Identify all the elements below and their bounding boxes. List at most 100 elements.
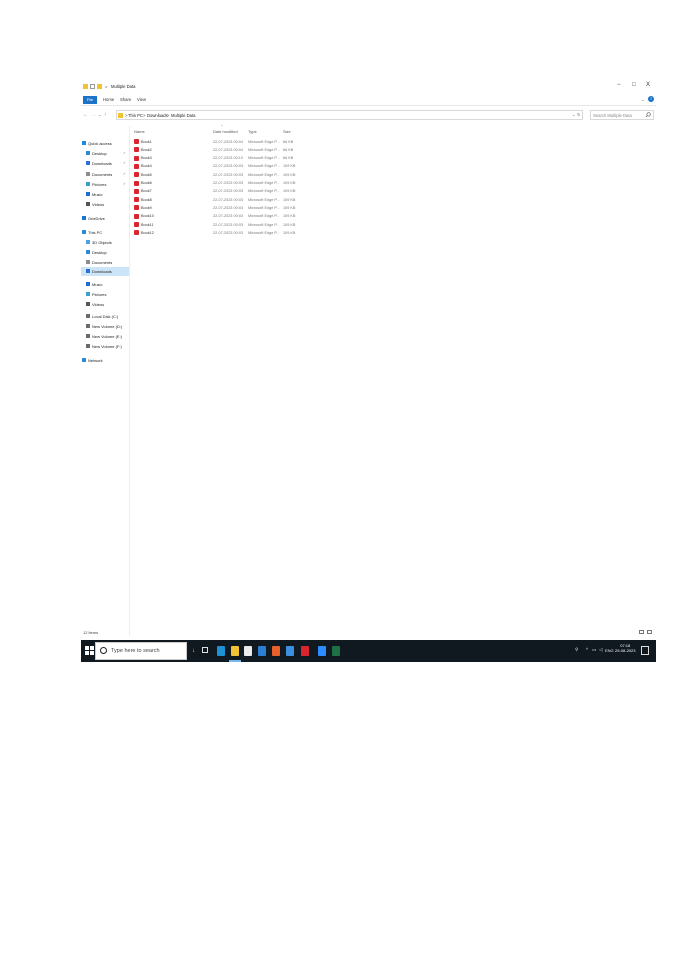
file-type: Microsoft Edge P... bbox=[248, 214, 280, 219]
close-button[interactable]: X bbox=[646, 82, 650, 88]
properties-icon[interactable] bbox=[90, 84, 95, 89]
nav-item[interactable]: New Volume (F:) bbox=[81, 342, 129, 351]
column-header-date-modified[interactable]: Date modified bbox=[213, 129, 238, 134]
microphone-icon[interactable]: ↓ bbox=[192, 648, 195, 654]
clock-date: 29-08-2023 bbox=[615, 648, 636, 653]
breadcrumb-multiple-data[interactable]: Multiple Data bbox=[171, 113, 195, 118]
search-icon[interactable] bbox=[645, 112, 651, 118]
search-input[interactable]: Search Multiple Data bbox=[593, 113, 632, 118]
column-header-name[interactable]: Name bbox=[134, 129, 145, 134]
file-row[interactable]: Book10 22-07-2023 00:03 Microsoft Edge P..… bbox=[133, 213, 313, 221]
maximize-button[interactable]: □ bbox=[632, 82, 636, 88]
file-type: Microsoft Edge P... bbox=[248, 197, 280, 202]
nav-item[interactable]: Music bbox=[81, 280, 129, 289]
nav-item[interactable]: Desktop ✓ bbox=[81, 149, 129, 158]
nav-item[interactable]: Pictures bbox=[81, 290, 129, 299]
tab-file[interactable]: File bbox=[83, 96, 97, 104]
breadcrumb-downloads[interactable]: Downloads bbox=[147, 113, 168, 118]
address-bar[interactable]: > This PC > Downloads > Multiple Data ⌄ … bbox=[116, 110, 583, 120]
recent-locations-button[interactable]: ⌄ bbox=[98, 112, 101, 117]
forward-button[interactable]: → bbox=[91, 112, 96, 118]
nav-item[interactable]: Downloads ✓ bbox=[81, 159, 129, 168]
nav-item[interactable]: New Volume (E:) bbox=[81, 332, 129, 341]
nav-item[interactable]: 3D Objects bbox=[81, 238, 129, 247]
people-icon[interactable]: ⚲ bbox=[575, 647, 578, 653]
nav-item[interactable]: New Volume (D:) bbox=[81, 322, 129, 331]
nav-item-label: Documents bbox=[92, 260, 113, 265]
file-size: 109 KB bbox=[283, 222, 296, 227]
new-folder-icon[interactable] bbox=[97, 84, 102, 89]
search-box[interactable]: Search Multiple Data bbox=[590, 110, 654, 120]
refresh-icon[interactable]: ↻ bbox=[577, 112, 581, 117]
music-icon[interactable] bbox=[286, 646, 294, 656]
file-row[interactable]: Book9 22-07-2023 00:03 Microsoft Edge P...… bbox=[133, 204, 313, 212]
nav-item[interactable]: OneDrive bbox=[81, 214, 129, 223]
file-row[interactable]: Book1 22-07-2023 00:04 Microsoft Edge P...… bbox=[133, 138, 313, 146]
details-view-icon[interactable] bbox=[639, 630, 644, 634]
excel-icon[interactable] bbox=[332, 646, 340, 656]
volume-icon[interactable]: ◁ bbox=[599, 647, 602, 653]
nav-item[interactable]: Desktop bbox=[81, 248, 129, 257]
file-row[interactable]: Book4 22-07-2023 00:03 Microsoft Edge P...… bbox=[133, 163, 313, 171]
network-tray-icon[interactable]: ▭ bbox=[592, 647, 596, 653]
firefox-icon[interactable] bbox=[272, 646, 280, 656]
nav-item[interactable]: Network bbox=[81, 356, 129, 365]
windows-start-icon[interactable] bbox=[85, 646, 94, 655]
file-size: 66 KB bbox=[283, 139, 294, 144]
file-row[interactable]: Book6 22-07-2023 00:03 Microsoft Edge P...… bbox=[133, 180, 313, 188]
up-button[interactable]: ↑ bbox=[104, 112, 107, 118]
address-dropdown-icon[interactable]: ⌄ bbox=[572, 112, 576, 117]
tray-chevron-icon[interactable]: ^ bbox=[586, 647, 588, 652]
tab-view[interactable]: View bbox=[137, 97, 146, 102]
nav-item-label: Downloads bbox=[92, 269, 112, 274]
cube-icon bbox=[86, 240, 90, 244]
breadcrumb-separator: > bbox=[167, 112, 170, 118]
notification-icon[interactable] bbox=[641, 646, 649, 655]
file-date: 22-07-2023 00:04 bbox=[213, 139, 243, 144]
large-icons-view-icon[interactable] bbox=[647, 630, 652, 634]
tab-home[interactable]: Home bbox=[103, 97, 114, 102]
clock[interactable]: 07:18 29-08-2023 bbox=[615, 643, 635, 653]
edge-icon[interactable] bbox=[217, 646, 225, 656]
nav-item[interactable]: This PC bbox=[81, 228, 129, 237]
screenshot-frame: = Multiple Data − □ X File Home Share Vi… bbox=[81, 80, 656, 662]
nav-item[interactable]: Videos bbox=[81, 300, 129, 309]
column-header-type[interactable]: Type bbox=[248, 129, 257, 134]
nav-item[interactable]: Pictures ✓ bbox=[81, 180, 129, 189]
back-button[interactable]: ← bbox=[83, 112, 88, 118]
expand-ribbon-icon[interactable]: ⌄ bbox=[641, 97, 645, 102]
file-explorer-icon[interactable] bbox=[231, 646, 239, 656]
language-indicator[interactable]: ENG bbox=[605, 648, 614, 653]
video-icon bbox=[86, 202, 90, 206]
nav-item[interactable]: Quick access bbox=[81, 139, 129, 148]
pdf-file-icon bbox=[134, 163, 139, 169]
breadcrumb-this-pc[interactable]: This PC bbox=[128, 113, 143, 118]
file-row[interactable]: Book8 22-07-2023 00:03 Microsoft Edge P...… bbox=[133, 196, 313, 204]
nav-item[interactable]: Local Disk (C:) bbox=[81, 312, 129, 321]
nav-item[interactable]: Documents ✓ bbox=[81, 170, 129, 179]
file-row[interactable]: Book3 22-07-2023 00:10 Microsoft Edge P...… bbox=[133, 155, 313, 163]
nav-item-label: New Volume (F:) bbox=[92, 344, 122, 349]
nav-item[interactable]: Music bbox=[81, 190, 129, 199]
column-header-size[interactable]: Size bbox=[283, 129, 291, 134]
store-icon[interactable] bbox=[244, 646, 252, 656]
mail-icon[interactable] bbox=[258, 646, 266, 656]
task-view-icon[interactable] bbox=[202, 647, 208, 653]
file-row[interactable]: Book5 22-07-2023 00:03 Microsoft Edge P...… bbox=[133, 171, 313, 179]
tab-share[interactable]: Share bbox=[120, 97, 131, 102]
nav-item[interactable]: Downloads bbox=[81, 267, 129, 276]
minimize-button[interactable]: − bbox=[617, 82, 621, 88]
nav-item[interactable]: Documents bbox=[81, 258, 129, 267]
nav-item-label: Network bbox=[88, 358, 103, 363]
file-row[interactable]: Book12 22-07-2023 00:03 Microsoft Edge P..… bbox=[133, 229, 313, 237]
nav-item[interactable]: Videos bbox=[81, 200, 129, 209]
file-row[interactable]: Book11 22-07-2023 00:03 Microsoft Edge P..… bbox=[133, 221, 313, 229]
file-row[interactable]: Book2 22-07-2023 00:04 Microsoft Edge P...… bbox=[133, 146, 313, 154]
help-icon[interactable]: ? bbox=[648, 96, 654, 102]
zoom-icon[interactable] bbox=[318, 646, 326, 656]
file-row[interactable]: Book7 22-07-2023 00:03 Microsoft Edge P...… bbox=[133, 188, 313, 196]
customize-toolbar-icon[interactable]: = bbox=[105, 84, 107, 89]
media-icon[interactable] bbox=[301, 646, 309, 656]
taskbar-search-box[interactable]: Type here to search bbox=[95, 642, 187, 660]
taskbar-search-input[interactable]: Type here to search bbox=[111, 648, 160, 654]
